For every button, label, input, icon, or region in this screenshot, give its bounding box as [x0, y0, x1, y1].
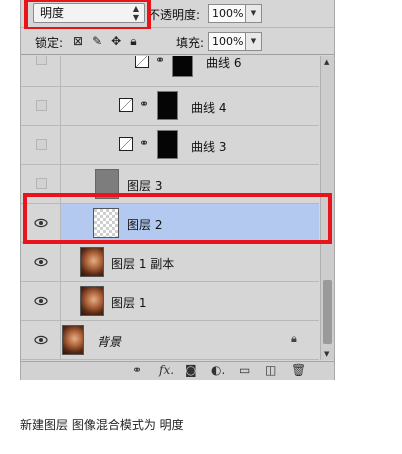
curves-adjustment-icon — [119, 137, 133, 151]
curves-adjustment-icon — [135, 56, 149, 68]
opacity-input[interactable]: 100% — [208, 4, 246, 23]
visibility-toggle[interactable] — [21, 321, 61, 359]
layer-name[interactable]: 曲线 3 — [191, 138, 226, 155]
visibility-box-icon — [36, 56, 47, 65]
fx-icon[interactable]: fx. — [159, 363, 174, 377]
layer-row[interactable]: ⚭ 曲线 3 — [21, 126, 319, 165]
visibility-box-icon — [36, 139, 47, 150]
add-mask-icon[interactable]: ◙ — [185, 363, 197, 377]
visibility-box-icon — [36, 178, 47, 189]
eye-icon — [34, 335, 48, 345]
blend-mode-highlight — [24, 0, 151, 31]
lock-transparent-icon[interactable]: ⊠ — [73, 34, 83, 48]
lock-label: 锁定: — [35, 36, 64, 50]
curves-adjustment-icon — [119, 98, 133, 112]
opacity-label: 不透明度: — [148, 8, 201, 22]
layer-row[interactable]: ⚭ 曲线 6 — [21, 56, 319, 87]
scroll-up-icon[interactable]: ▲ — [324, 58, 329, 66]
link-icon: ⚭ — [139, 136, 150, 150]
visibility-toggle[interactable] — [21, 126, 61, 164]
fill-label: 填充: — [176, 36, 205, 50]
fill-input[interactable]: 100% — [208, 32, 246, 51]
link-icon: ⚭ — [155, 56, 166, 67]
layer-name[interactable]: 曲线 6 — [206, 56, 241, 71]
visibility-toggle[interactable] — [21, 87, 61, 125]
opacity-dropdown-button[interactable]: ▼ — [246, 4, 262, 23]
layer-mask-thumbnail[interactable] — [157, 91, 178, 120]
lock-icon: 🔒︎ — [291, 332, 297, 345]
layer-mask-thumbnail[interactable] — [172, 56, 193, 77]
fill-dropdown-button[interactable]: ▼ — [246, 32, 262, 51]
photo-thumbnail[interactable] — [62, 325, 84, 355]
layer-name[interactable]: 图层 1 — [111, 294, 146, 311]
caption-text: 新建图层 图像混合模式为 明度 — [20, 418, 184, 432]
lock-row: 锁定: 填充: 100% ▼ — [21, 29, 334, 55]
layer-mask-thumbnail[interactable] — [157, 130, 178, 159]
eye-icon — [34, 257, 48, 267]
scroll-down-icon[interactable]: ▼ — [324, 350, 329, 358]
layer-row[interactable]: ⚭ 曲线 4 — [21, 87, 319, 126]
layer-row[interactable]: 图层 1 — [21, 282, 319, 321]
lock-options: ⊠ ✎ ✥ 🔒︎ — [73, 34, 137, 48]
photo-thumbnail[interactable] — [80, 247, 104, 277]
trash-icon[interactable]: 🗑︎ — [291, 363, 306, 377]
scroll-thumb[interactable] — [323, 280, 332, 344]
new-layer-icon[interactable]: ◫ — [265, 363, 276, 377]
link-layers-icon[interactable]: ⚭ — [132, 363, 142, 377]
visibility-toggle[interactable] — [21, 243, 61, 281]
visibility-box-icon — [36, 100, 47, 111]
layer-name[interactable]: 背景 — [97, 333, 121, 350]
lock-paint-icon[interactable]: ✎ — [92, 34, 102, 48]
layer-name[interactable]: 图层 1 副本 — [111, 255, 174, 272]
lock-all-icon[interactable]: 🔒︎ — [130, 34, 136, 48]
adjustment-layer-icon[interactable]: ◐. — [211, 363, 225, 377]
layer-row[interactable]: 背景 🔒︎ — [21, 321, 319, 360]
layers-toolbar: ⚭ fx. ◙ ◐. ▭ ◫ 🗑︎ — [21, 361, 334, 380]
photo-thumbnail[interactable] — [80, 286, 104, 316]
lock-move-icon[interactable]: ✥ — [111, 34, 121, 48]
eye-icon — [34, 296, 48, 306]
link-icon: ⚭ — [139, 97, 150, 111]
layers-panel: 明度 ▲ ▼ 不透明度: 100% ▼ 锁定: 填充: 100% ▼ ⊠ ✎ ✥ … — [20, 0, 335, 380]
layer-row[interactable]: 图层 1 副本 — [21, 243, 319, 282]
visibility-toggle[interactable] — [21, 282, 61, 320]
selected-layer-highlight — [23, 193, 332, 244]
layer-name[interactable]: 曲线 4 — [191, 99, 226, 116]
visibility-toggle[interactable] — [21, 56, 61, 86]
layer-name[interactable]: 图层 3 — [127, 177, 162, 194]
folder-icon[interactable]: ▭ — [239, 363, 250, 377]
